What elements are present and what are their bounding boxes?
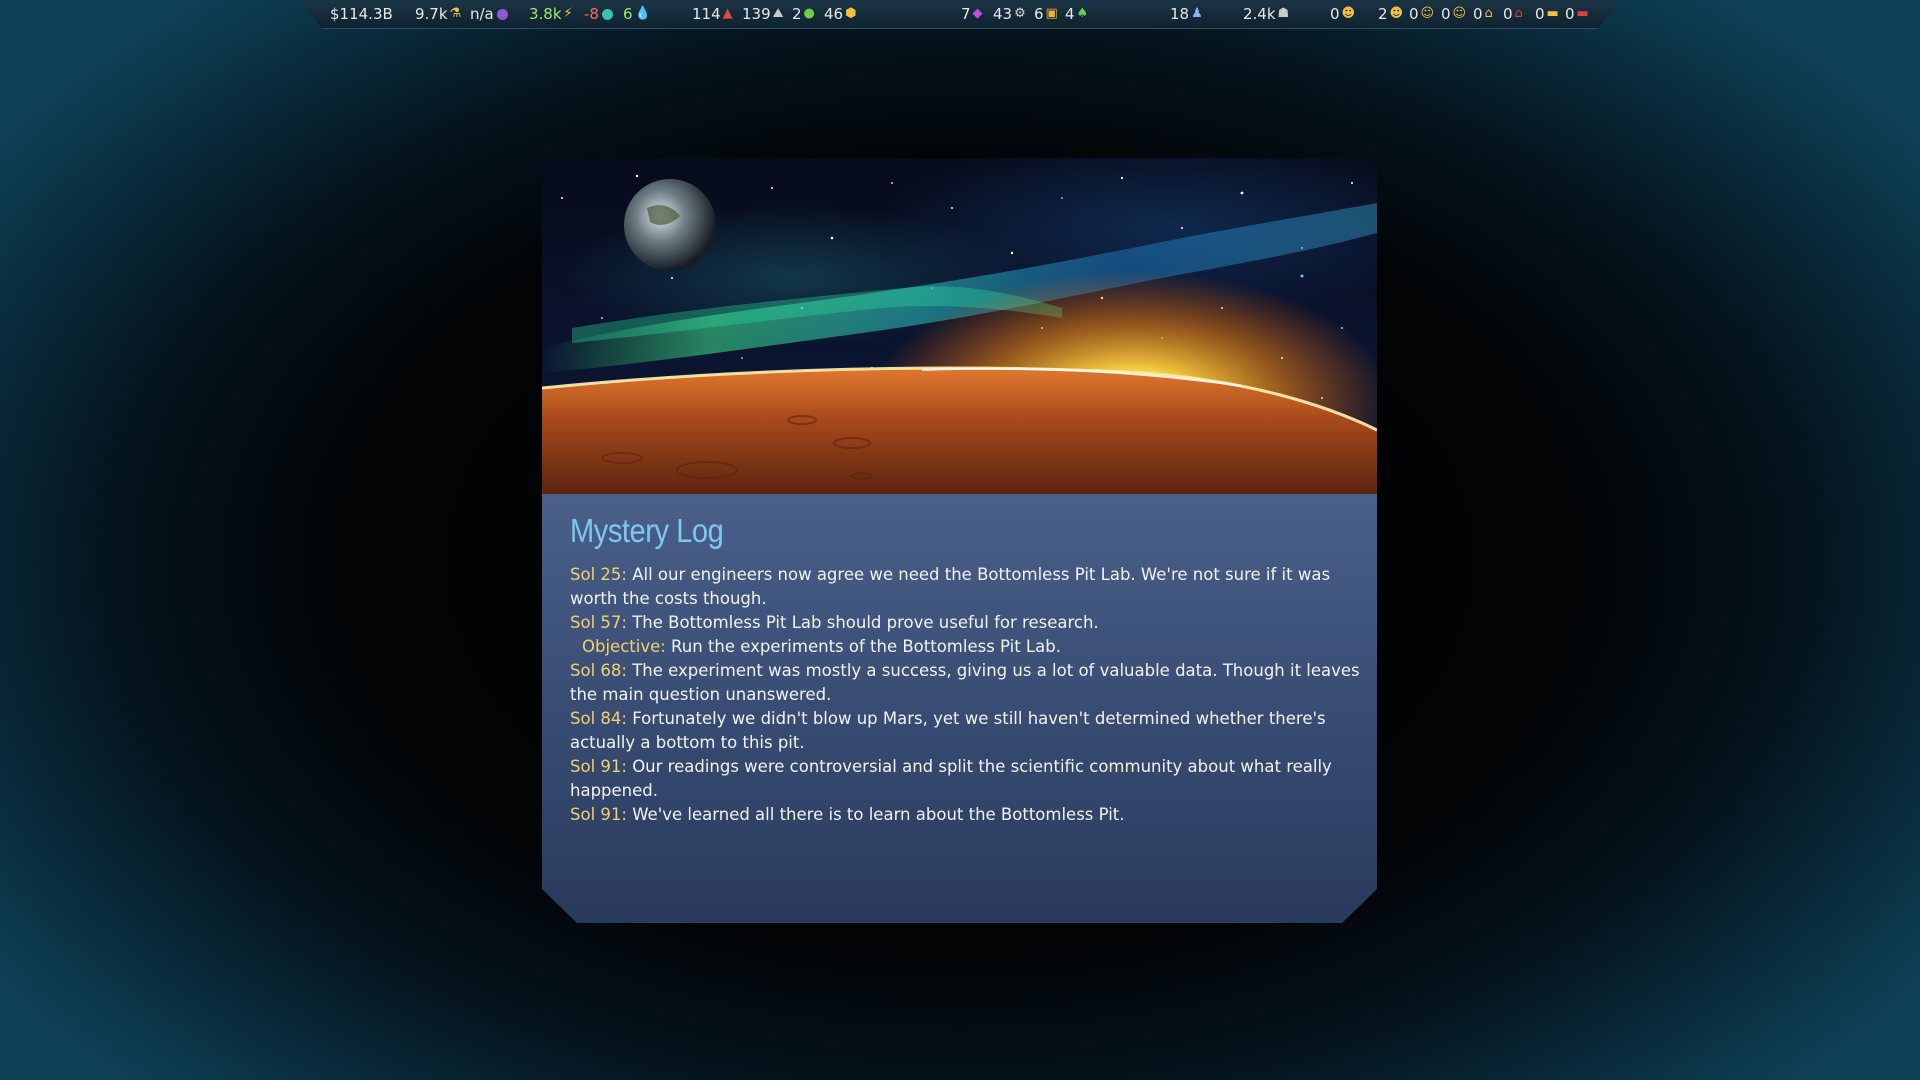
sol-label: Sol 25: [570,565,627,584]
thumbs-up-icon [577,1022,599,1044]
metals-icon: ⛰ [772,6,784,21]
food-readout[interactable]: 2 ● [792,5,815,23]
flask-icon: ⚗ [449,6,462,21]
entry-text: Our readings were controversial and spli… [570,757,1332,800]
renegade-icon: ⌂ [1514,6,1523,21]
metals-readout[interactable]: 139 ⛰ [742,5,784,23]
mystery-log-dialog: Mystery Log Sol 25: All our engineers no… [542,158,1377,923]
mars-horizon-image [542,174,1377,494]
air-readout[interactable]: -8 [584,5,613,23]
tourists-readout[interactable]: 0 ⌂ [1473,5,1493,23]
children-icon: ☻ [1341,6,1356,21]
happiness-readout[interactable]: 2.4k ☗ [1243,5,1289,23]
unemployed-readout[interactable]: 0 ☺ [1409,5,1434,23]
log-entry: Sol 57: The Bottomless Pit Lab should pr… [570,611,1360,635]
log-entry: Sol 68: The experiment was mostly a succ… [570,659,1360,707]
specialist-icon: ☻ [1389,6,1404,21]
log-entries: Sol 25: All our engineers now agree we n… [570,563,1360,827]
log-entry: Sol 91: Our readings were controversial … [570,755,1360,803]
concrete-icon: ▲ [722,6,733,21]
electronics-readout[interactable]: 6 ▣ [1034,5,1058,23]
colonists-readout[interactable]: 18 ♟ [1170,5,1203,23]
fuel-readout[interactable]: 4 ♠ [1065,5,1088,23]
concrete-readout[interactable]: 114 ▲ [692,5,733,23]
water-drop-icon: 💧 [634,6,651,21]
sol-label: Sol 91: [570,757,627,776]
unemployed-icon: ☺ [1420,6,1435,21]
entry-text: Fortunately we didn't blow up Mars, yet … [570,709,1326,752]
entry-text: All our engineers now agree we need the … [570,565,1331,608]
power-readout[interactable]: 3.8k ⚡ [529,5,573,23]
machine-parts-readout[interactable]: 43 ⚙ [993,5,1026,23]
mars-horizon-banner [542,158,1377,494]
red-briefcase-icon: ▬ [1576,6,1589,21]
food-icon: ● [803,6,815,21]
earth-planet [624,179,716,271]
fuel-icon: ♠ [1076,6,1089,21]
log-entry: Sol 91: We've learned all there is to le… [570,803,1360,827]
entry-text: We've learned all there is to learn abou… [626,805,1125,824]
dialog-title: Mystery Log [570,512,724,549]
rare-metals-readout[interactable]: 7 ◆ [961,5,983,23]
sol-label: Sol 91: [570,805,627,824]
research-rate-readout[interactable]: n/a [470,5,508,23]
close-button-label[interactable]: Close [622,1023,668,1044]
objective-label: Objective: [582,637,666,656]
log-entry: Sol 25: All our engineers now agree we n… [570,563,1360,611]
funding-readout[interactable]: $114.3B [330,5,393,23]
rare-metals-icon: ◆ [972,6,983,21]
homeless-icon: ☺ [1452,6,1467,21]
game-screen: { "resources": { "funding": "$114.3B", "… [0,0,1920,1080]
lightning-icon: ⚡ [563,6,573,21]
deaths-readout[interactable]: 0 ▬ [1565,5,1589,23]
house-icon: ⌂ [1484,6,1493,21]
sol-label: Sol 57: [570,613,627,632]
research-rate-icon [496,8,508,20]
entry-text: Run the experiments of the Bottomless Pi… [665,637,1061,656]
gear-icon: ⚙ [1014,6,1026,21]
log-objective: Objective: Run the experiments of the Bo… [570,635,1360,659]
oxygen-icon [601,8,613,20]
polymers-readout[interactable]: 46 ⬢ [824,5,856,23]
log-panel: Mystery Log Sol 25: All our engineers no… [542,494,1377,923]
water-readout[interactable]: 6 💧 [623,5,651,23]
seniors-readout[interactable]: 0 ▬ [1535,5,1559,23]
dome-icon: ☗ [1277,6,1290,21]
close-button[interactable]: Close [566,1010,668,1056]
homeless-readout[interactable]: 0 ☺ [1441,5,1466,23]
log-entry: Sol 84: Fortunately we didn't blow up Ma… [570,707,1360,755]
briefcase-icon: ▬ [1546,6,1559,21]
specialists-readout[interactable]: 2 ☻ [1378,5,1403,23]
sol-label: Sol 84: [570,709,627,728]
sol-label: Sol 68: [570,661,627,680]
children-readout[interactable]: 0 ☻ [1330,5,1355,23]
entry-text: The Bottomless Pit Lab should prove usef… [626,613,1099,632]
colonist-icon: ♟ [1191,6,1203,21]
research-readout[interactable]: 9.7k ⚗ [415,5,461,23]
electronics-icon: ▣ [1045,6,1058,21]
renegades-readout[interactable]: 0 ⌂ [1503,5,1523,23]
close-button-ring[interactable] [566,1011,610,1055]
entry-text: The experiment was mostly a success, giv… [570,661,1360,704]
polymers-icon: ⬢ [845,6,857,21]
